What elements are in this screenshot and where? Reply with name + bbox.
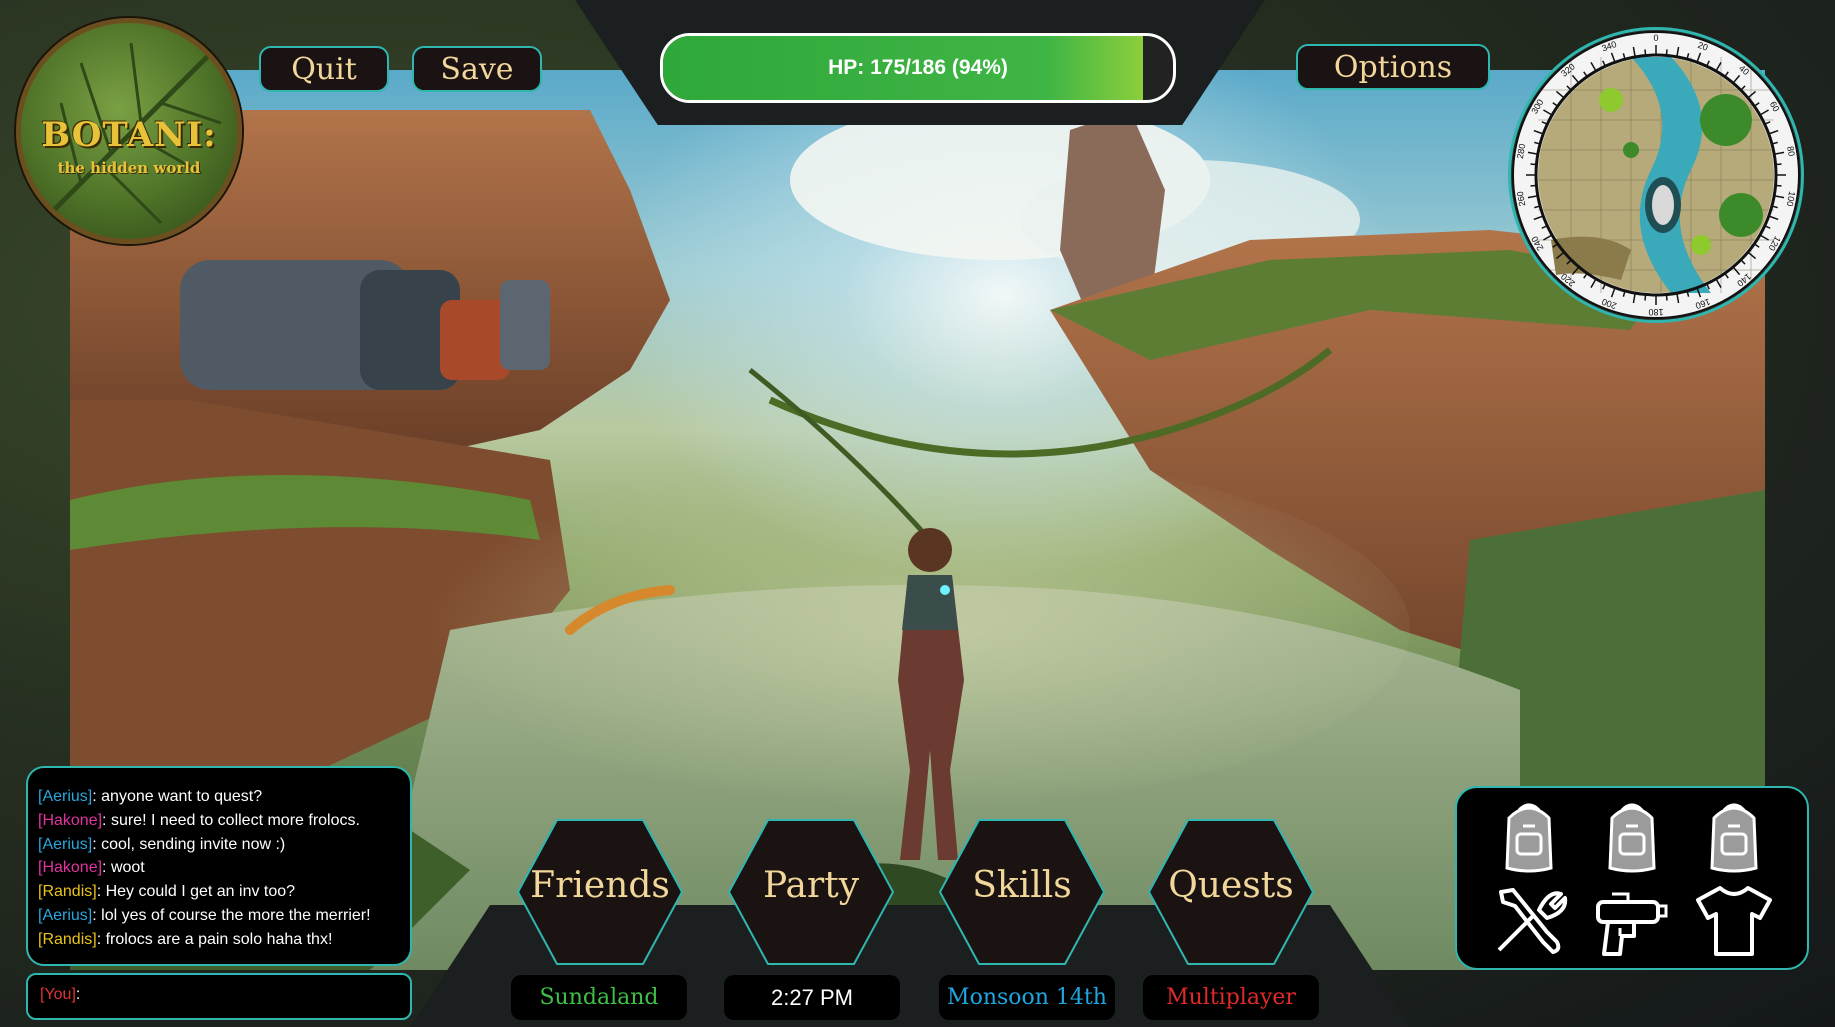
backpack-icon[interactable] xyxy=(1592,796,1672,876)
chat-text: : Hey could I get an inv too? xyxy=(96,883,296,901)
friends-label: Friends xyxy=(530,865,670,906)
chat-text: : sure! I need to collect more frolocs. xyxy=(102,811,360,829)
party-button[interactable]: Party xyxy=(726,817,896,967)
chat-log[interactable]: [Aerius]: anyone want to quest? [Hakone]… xyxy=(26,766,412,966)
chat-input-colon: : xyxy=(75,986,81,1003)
clock-label: 2:27 PM xyxy=(724,975,900,1020)
chat-username: [Randis] xyxy=(38,883,97,901)
chat-text: : woot xyxy=(102,859,145,877)
chat-text: : lol yes of course the more the merrier… xyxy=(92,906,371,924)
chat-message: [Aerius]: lol yes of course the more the… xyxy=(38,904,410,928)
mode-label: Multiplayer xyxy=(1143,975,1319,1020)
chat-input[interactable]: [You]: xyxy=(26,973,412,1020)
quests-button[interactable]: Quests xyxy=(1146,817,1316,967)
chat-message: [Randis]: frolocs are a pain solo haha t… xyxy=(38,928,410,952)
hp-text: HP: 175/186 (94%) xyxy=(828,56,1008,79)
chat-username: [Randis] xyxy=(38,930,97,948)
quests-label: Quests xyxy=(1168,865,1294,906)
chat-message: [Randis]: Hey could I get an inv too? xyxy=(38,880,410,904)
quit-button[interactable]: Quit xyxy=(259,46,389,92)
save-button[interactable]: Save xyxy=(412,46,542,92)
minimap-compass: 0204060801001201401601802002202402602803… xyxy=(1512,31,1800,319)
backpack-icon[interactable] xyxy=(1489,796,1569,876)
chat-message: [Aerius]: cool, sending invite now :) xyxy=(38,833,410,857)
backpack-icon[interactable] xyxy=(1694,796,1774,876)
minimap[interactable]: 0 20 40 60 80 100 120 140 160 180 200 220 240 260 280 3… xyxy=(1508,27,1804,323)
chat-message: [Hakone]: sure! I need to collect more f… xyxy=(38,809,410,833)
skills-button[interactable]: Skills xyxy=(937,817,1107,967)
compass-label: 0 xyxy=(1653,33,1658,43)
chat-input-username: [You] xyxy=(40,986,76,1003)
tools-icon[interactable] xyxy=(1489,880,1569,960)
shirt-icon[interactable] xyxy=(1694,880,1774,960)
chat-text: : cool, sending invite now :) xyxy=(92,835,286,853)
party-label: Party xyxy=(762,865,860,906)
inventory-panel xyxy=(1455,786,1809,970)
chat-message: [Hakone]: woot xyxy=(38,856,410,880)
logo-subtitle: the hidden world xyxy=(57,159,201,177)
date-label: Monsoon 14th xyxy=(939,975,1115,1020)
water-gun-icon[interactable] xyxy=(1590,880,1670,960)
chat-username: [Aerius] xyxy=(38,788,93,805)
chat-text: : frolocs are a pain solo haha thx! xyxy=(96,930,333,948)
game-logo: BOTANI: the hidden world xyxy=(16,18,242,244)
compass-label: 180 xyxy=(1648,307,1663,317)
logo-title: BOTANI: xyxy=(41,115,217,155)
chat-username: [Hakone] xyxy=(38,811,103,829)
location-label: Sundaland xyxy=(511,975,687,1020)
chat-username: [Aerius] xyxy=(38,906,93,924)
options-button[interactable]: Options xyxy=(1296,44,1490,90)
chat-message: [Aerius]: anyone want to quest? xyxy=(38,785,410,809)
hp-bar: HP: 175/186 (94%) xyxy=(660,33,1176,103)
friends-button[interactable]: Friends xyxy=(515,817,685,967)
compass-label: 80 xyxy=(1785,145,1797,157)
chat-text: : anyone want to quest? xyxy=(92,788,263,805)
chat-username: [Aerius] xyxy=(38,835,93,853)
chat-username: [Hakone] xyxy=(38,859,103,877)
skills-label: Skills xyxy=(972,865,1072,906)
